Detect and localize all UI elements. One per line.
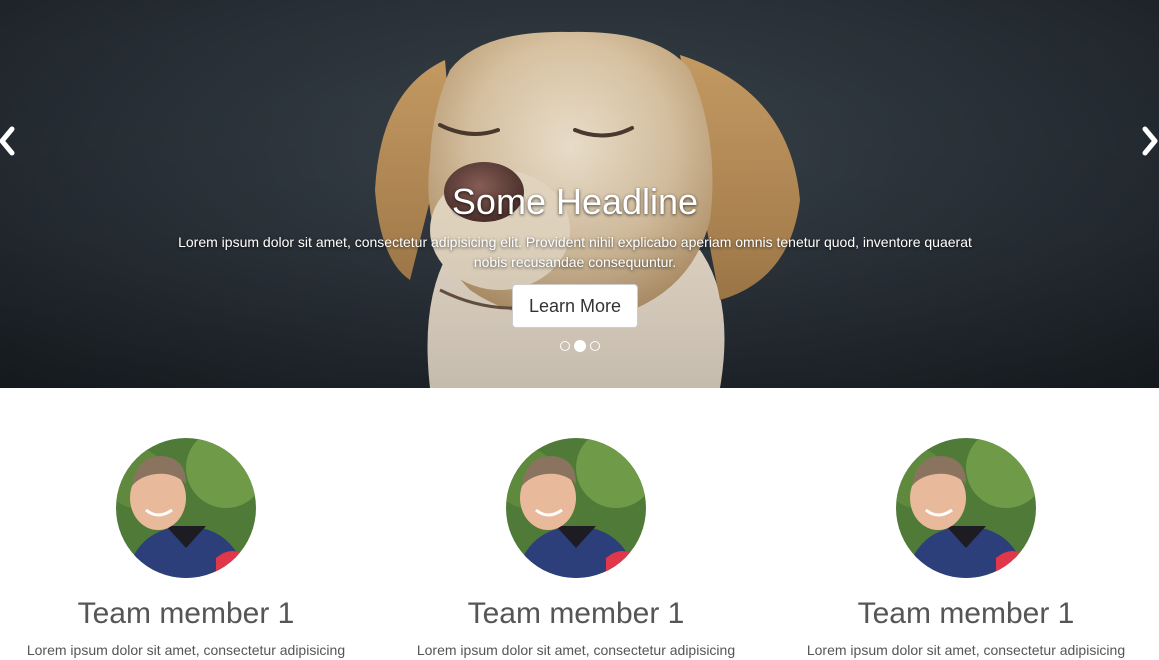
team-member-description: Lorem ipsum dolor sit amet, consectetur … [806, 642, 1126, 658]
team-member-card: Team member 1 Lorem ipsum dolor sit amet… [771, 438, 1159, 660]
team-member-card: Team member 1 Lorem ipsum dolor sit amet… [0, 438, 381, 660]
hero-headline: Some Headline [451, 181, 699, 222]
team-member-card: Team member 1 Lorem ipsum dolor sit amet… [381, 438, 771, 660]
team-section: Team member 1 Lorem ipsum dolor sit amet… [0, 388, 1159, 658]
team-member-avatar [506, 438, 646, 578]
carousel-indicators [0, 340, 1159, 352]
team-member-description: Lorem ipsum dolor sit amet, consectetur … [416, 642, 736, 658]
carousel-indicator-3[interactable] [589, 341, 600, 351]
team-member-description: Lorem ipsum dolor sit amet, consectetur … [26, 642, 346, 658]
carousel-indicator-2[interactable] [573, 340, 586, 352]
hero-description: Lorem ipsum dolor sit amet, consectetur … [178, 234, 972, 270]
team-member-avatar [116, 438, 256, 578]
chevron-left-icon [0, 126, 15, 156]
team-member-name: Team member 1 [857, 597, 1075, 630]
carousel-prev-button[interactable] [0, 124, 18, 158]
team-member-name: Team member 1 [77, 597, 295, 630]
carousel-indicator-1[interactable] [559, 341, 570, 351]
hero-carousel: Some Headline Lorem ipsum dolor sit amet… [0, 0, 1159, 388]
learn-more-button[interactable]: Learn More [511, 284, 639, 328]
carousel-caption: Some Headline Lorem ipsum dolor sit amet… [170, 180, 980, 328]
chevron-right-icon [1142, 126, 1158, 156]
team-member-avatar [896, 438, 1036, 578]
carousel-next-button[interactable] [1139, 124, 1159, 158]
team-member-name: Team member 1 [467, 597, 685, 630]
